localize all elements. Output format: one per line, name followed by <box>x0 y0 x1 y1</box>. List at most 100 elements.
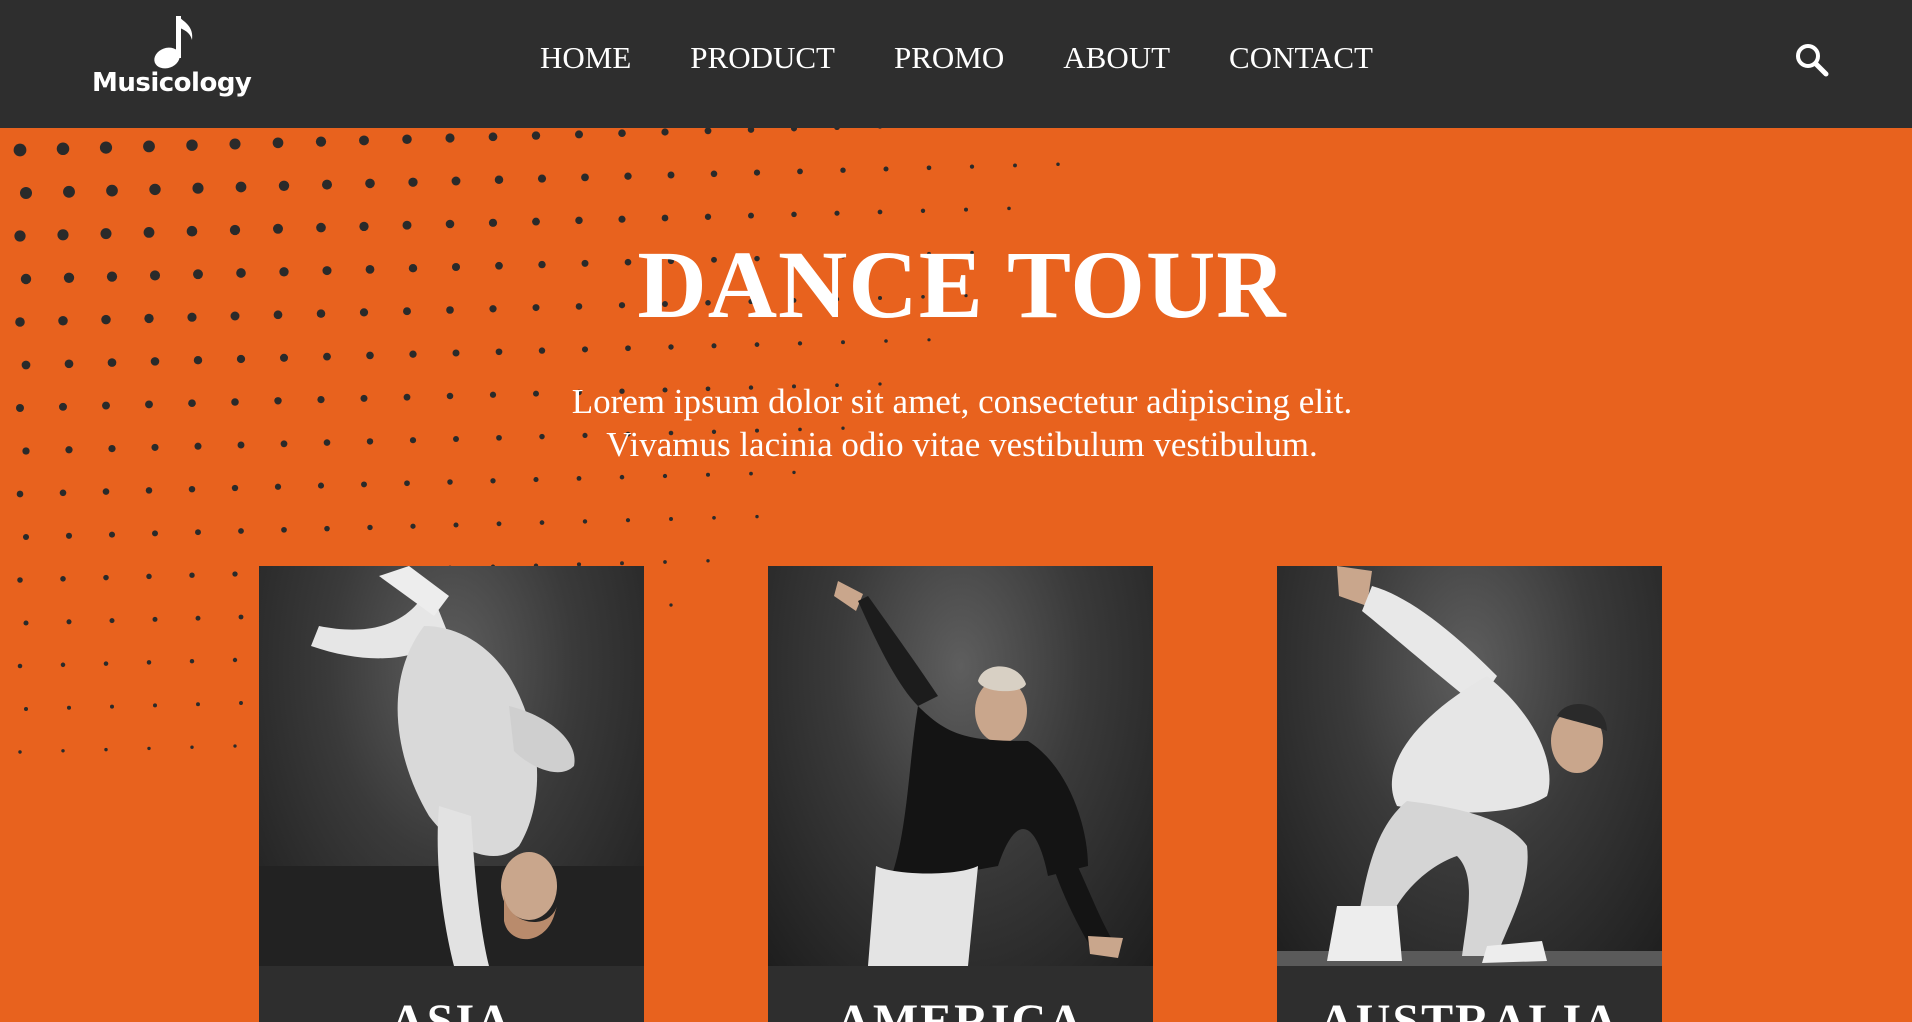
music-note-icon <box>154 16 193 69</box>
decorative-dot <box>196 702 200 707</box>
decorative-dot <box>322 179 332 190</box>
decorative-dot <box>834 128 840 131</box>
decorative-dot <box>146 660 152 665</box>
decorative-dot <box>490 478 496 484</box>
tour-card-america[interactable]: AMERICA <box>768 566 1153 1022</box>
decorative-dot <box>324 525 330 532</box>
decorative-dot <box>662 473 668 479</box>
decorative-dot <box>189 572 195 578</box>
nav-promo[interactable]: PROMO <box>894 38 1004 78</box>
decorative-dot <box>704 213 712 220</box>
decorative-dot <box>235 181 247 193</box>
decorative-dot <box>103 574 109 581</box>
decorative-dot <box>661 128 669 136</box>
decorative-dot <box>21 360 31 370</box>
decorative-dot <box>103 661 109 666</box>
decorative-dot <box>581 173 589 182</box>
decorative-dot <box>409 350 417 358</box>
decorative-dot <box>195 615 201 621</box>
brand-logo[interactable]: Musicology <box>90 12 260 112</box>
nav-contact[interactable]: CONTACT <box>1229 38 1373 78</box>
decorative-dot <box>410 523 416 529</box>
decorative-dot <box>883 166 889 172</box>
decorative-dot <box>748 212 754 219</box>
brand-name: Musicology <box>92 68 252 98</box>
decorative-dot <box>755 514 759 519</box>
decorative-dot <box>193 355 203 365</box>
tour-card-australia[interactable]: AUSTRALIA <box>1277 566 1662 1022</box>
decorative-dot <box>19 186 33 200</box>
decorative-dot <box>56 142 70 156</box>
decorative-dot <box>150 357 160 366</box>
decorative-dot <box>619 474 625 480</box>
decorative-dot <box>152 616 158 622</box>
decorative-dot <box>840 167 846 173</box>
tour-card-footer: AMERICA <box>768 966 1153 1022</box>
decorative-dot <box>23 706 29 712</box>
hero-description-line-1: Lorem ipsum dolor sit amet, consectetur … <box>571 382 1353 421</box>
nav-home[interactable]: HOME <box>540 38 631 78</box>
decorative-dot <box>488 218 498 227</box>
decorative-dot <box>99 141 113 154</box>
dancer-photo-asia <box>259 566 644 966</box>
decorative-dot <box>361 481 367 488</box>
decorative-dot <box>754 342 760 347</box>
hero-title: DANCE TOUR <box>637 231 1287 338</box>
decorative-dot <box>359 135 369 146</box>
nav-product[interactable]: PRODUCT <box>690 38 835 78</box>
decorative-dot <box>494 175 504 185</box>
decorative-dot <box>669 603 673 607</box>
decorative-dot <box>625 345 631 352</box>
decorative-dot <box>445 133 455 143</box>
decorative-dot <box>575 216 583 225</box>
decorative-dot <box>618 129 626 138</box>
decorative-dot <box>367 524 373 531</box>
decorative-dot <box>625 518 631 523</box>
decorative-dot <box>669 517 673 521</box>
decorative-dot <box>618 215 626 223</box>
hero-description-line-2: Vivamus lacinia odio vitae vestibulum ve… <box>606 425 1318 464</box>
decorative-dot <box>365 178 375 189</box>
decorative-dot <box>110 704 114 709</box>
decorative-dot <box>149 183 161 196</box>
decorative-dot <box>575 130 583 139</box>
decorative-dot <box>711 343 717 349</box>
decorative-dot <box>969 164 975 169</box>
decorative-dot <box>452 349 460 357</box>
nav-about[interactable]: ABOUT <box>1063 38 1170 78</box>
decorative-dot <box>539 520 545 525</box>
decorative-dot <box>663 560 667 564</box>
decorative-dot <box>791 211 797 218</box>
decorative-dot <box>17 663 23 669</box>
decorative-dot <box>238 614 244 620</box>
decorative-dot <box>108 531 116 538</box>
top-navbar: Musicology HOME PRODUCT PROMO ABOUT CONT… <box>0 0 1912 128</box>
tour-label-australia: AUSTRALIA <box>1319 995 1620 1022</box>
decorative-dot <box>109 618 115 624</box>
decorative-dot <box>188 485 196 493</box>
decorative-dot <box>453 522 459 528</box>
decorative-dot <box>404 480 410 487</box>
decorative-dot <box>59 489 67 497</box>
decorative-dot <box>102 488 110 495</box>
decorative-dot <box>323 352 331 361</box>
decorative-dot <box>22 533 30 541</box>
tour-card-asia[interactable]: ASIA <box>259 566 644 1022</box>
decorative-dot <box>17 577 23 583</box>
hero-section: DANCE TOUR Lorem ipsum dolor sit amet, c… <box>0 128 1912 1022</box>
decorative-dot <box>964 207 968 212</box>
decorative-dot <box>408 177 418 187</box>
decorative-dot <box>195 529 201 536</box>
decorative-dot <box>495 348 503 356</box>
decorative-dot <box>23 620 29 626</box>
decorative-dot <box>920 208 926 213</box>
decorative-dot <box>624 172 632 180</box>
decorative-dot <box>877 209 883 215</box>
search-icon[interactable] <box>1794 42 1830 78</box>
decorative-dot <box>146 573 152 580</box>
decorative-dot <box>61 749 65 753</box>
decorative-dot <box>753 169 761 176</box>
decorative-dot <box>712 515 716 520</box>
tour-card-footer: AUSTRALIA <box>1277 966 1662 1022</box>
decorative-dot <box>145 487 153 494</box>
